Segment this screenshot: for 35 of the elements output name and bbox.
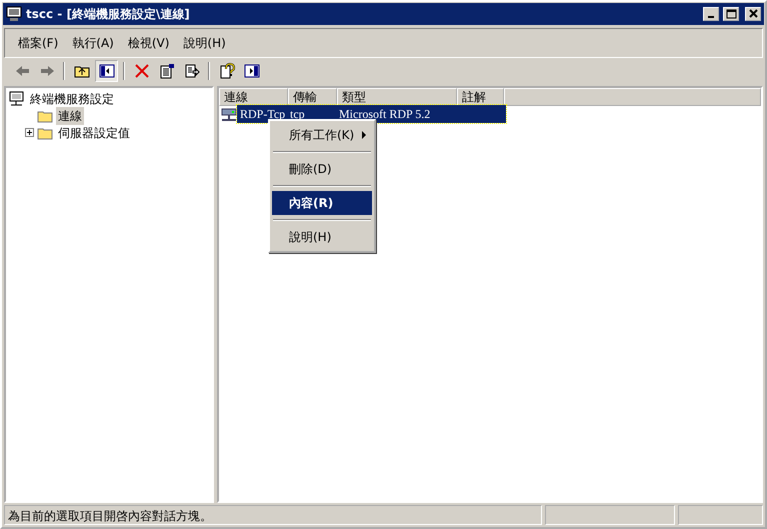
- minimize-button[interactable]: [703, 7, 719, 21]
- menu-item[interactable]: 所有工作(K): [272, 123, 372, 147]
- menu-item[interactable]: 刪除(D): [272, 157, 372, 181]
- menu-item[interactable]: 檔案(F): [11, 32, 66, 54]
- forward-arrow-icon: [38, 63, 54, 79]
- tree-pane-button[interactable]: [95, 60, 118, 82]
- export-icon: [184, 63, 200, 79]
- expand-icon[interactable]: [25, 128, 34, 137]
- tree-item[interactable]: 連線: [56, 106, 84, 124]
- menu-item[interactable]: 內容(R): [272, 191, 372, 215]
- close-button[interactable]: [745, 7, 761, 21]
- network-icon: [221, 107, 237, 121]
- tree-item[interactable]: 終端機服務設定: [28, 90, 116, 108]
- minimize-icon: [708, 16, 714, 18]
- maximize-icon: [726, 9, 736, 19]
- maximize-button[interactable]: [723, 7, 739, 21]
- properties-icon: [158, 63, 174, 79]
- action-pane-icon: [244, 63, 260, 79]
- close-icon: [748, 9, 758, 19]
- tree-item[interactable]: 伺服器設定值: [56, 124, 132, 142]
- window-title: tscc - [終端機服務設定\連線]: [26, 6, 191, 23]
- help-icon: [218, 63, 234, 79]
- menu-item[interactable]: 檢視(V): [120, 32, 176, 54]
- column-header[interactable]: 連線: [219, 88, 288, 106]
- delete-icon: [134, 63, 150, 79]
- menu-item[interactable]: 說明(H): [272, 225, 372, 249]
- tree-pane-icon: [98, 63, 114, 79]
- column-header[interactable]: 註解: [457, 88, 504, 106]
- column-header[interactable]: 傳輸: [288, 88, 337, 106]
- menu-item[interactable]: 執行(A): [65, 32, 121, 54]
- app-icon: [6, 6, 22, 22]
- back-arrow-icon: [14, 63, 30, 79]
- column-header[interactable]: 類型: [337, 88, 457, 106]
- status-text: 為目前的選取項目開啓內容對話方塊。: [4, 505, 542, 525]
- menu-item[interactable]: 說明(H): [176, 32, 233, 54]
